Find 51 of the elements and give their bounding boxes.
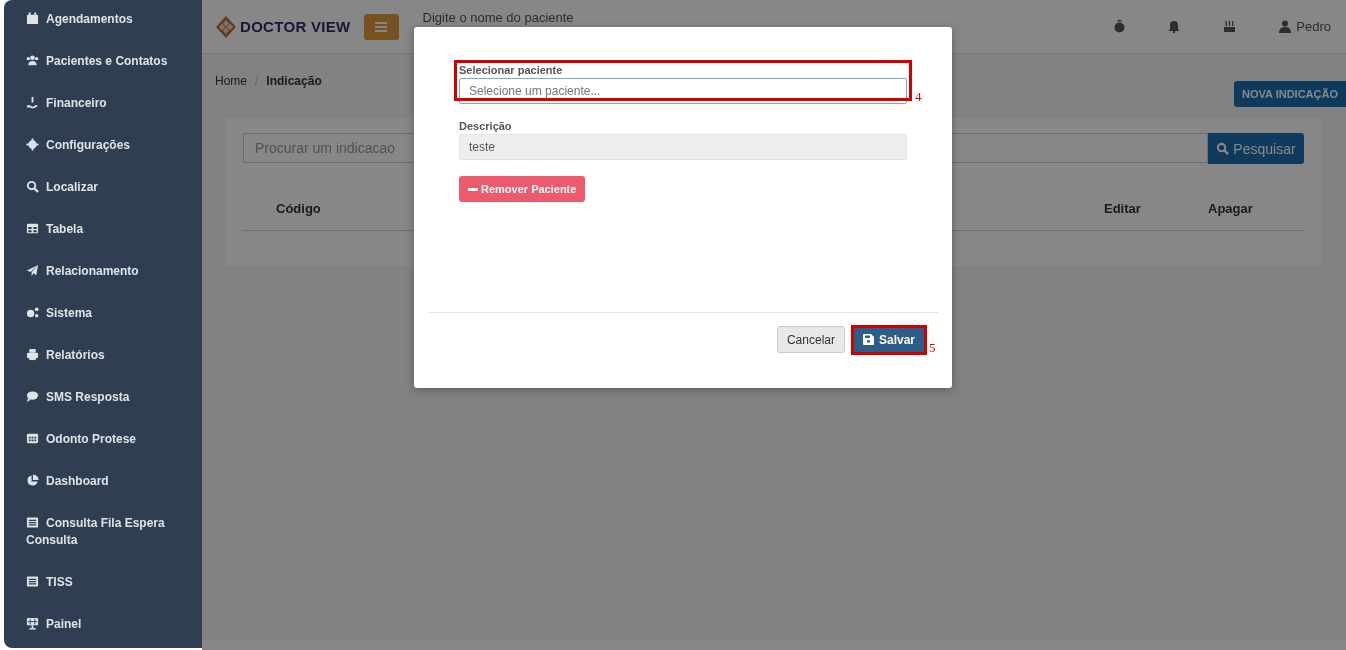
chat-bubble-icon <box>26 390 39 403</box>
field-label: Selecionar paciente <box>459 64 564 76</box>
sidebar-item[interactable]: Financeiro <box>26 95 202 137</box>
annotation-number: 4 <box>915 89 922 105</box>
list-icon <box>26 516 39 529</box>
sidebar-item[interactable]: Odonto Protese <box>26 431 202 473</box>
sidebar-item[interactable]: SMS Resposta <box>26 389 202 431</box>
sidebar-item[interactable]: Consulta Fila Espera Consulta <box>26 515 202 574</box>
sidebar-item[interactable]: Localizar <box>26 179 202 221</box>
bell-icon[interactable] <box>1168 20 1181 33</box>
breadcrumb-item[interactable]: Home <box>215 74 247 88</box>
menu-icon <box>375 21 388 32</box>
sidebar-item[interactable]: Pacientes e Contatos <box>26 53 202 95</box>
grid-icon <box>26 432 39 445</box>
cake-icon[interactable] <box>1223 20 1237 33</box>
column-header: Código <box>275 201 322 216</box>
sidebar-item[interactable]: Painel <box>26 616 202 650</box>
sidebar-item[interactable]: Relatórios <box>26 347 202 389</box>
hand-coin-icon <box>26 96 39 109</box>
monitor-icon <box>26 617 39 630</box>
user-menu[interactable]: Pedro <box>1279 19 1331 34</box>
search-icon <box>26 180 39 193</box>
patient-search-field[interactable]: Digite o nome do paciente <box>422 11 574 25</box>
search-icon <box>1216 142 1230 155</box>
list-icon <box>26 575 39 588</box>
sidebar-item[interactable]: TISS <box>26 574 202 616</box>
description-field: teste <box>459 134 907 160</box>
minus-icon <box>468 187 478 191</box>
pie-chart-icon <box>26 474 39 487</box>
logo-text: DOCTOR VIEW <box>240 18 351 35</box>
user-icon <box>1279 20 1292 33</box>
stopwatch-icon[interactable] <box>1114 20 1126 33</box>
table-icon <box>26 222 39 235</box>
sidebar-item[interactable]: Sistema <box>26 305 202 347</box>
sidebar-item[interactable]: Tabela <box>26 221 202 263</box>
column-header: Editar <box>1104 201 1142 216</box>
annotation-number: 5 <box>929 340 936 356</box>
printer-icon <box>26 348 39 361</box>
breadcrumb-separator: / <box>255 74 259 88</box>
field-label: Descrição <box>459 120 513 132</box>
cancel-button[interactable]: Cancelar <box>776 326 845 353</box>
paper-plane-icon <box>26 264 39 277</box>
sidebar-item[interactable]: Relacionamento <box>26 263 202 305</box>
column-header: Apagar <box>1208 201 1254 216</box>
sidebar-item[interactable]: Dashboard <box>26 473 202 515</box>
users-icon <box>26 54 39 67</box>
sidebar-item[interactable]: Configurações <box>26 137 202 179</box>
sidebar-item[interactable]: Agendamentos <box>26 11 202 53</box>
logo-icon <box>215 14 237 39</box>
breadcrumb-item: Indicação <box>266 74 322 88</box>
calendar-icon <box>26 12 39 25</box>
